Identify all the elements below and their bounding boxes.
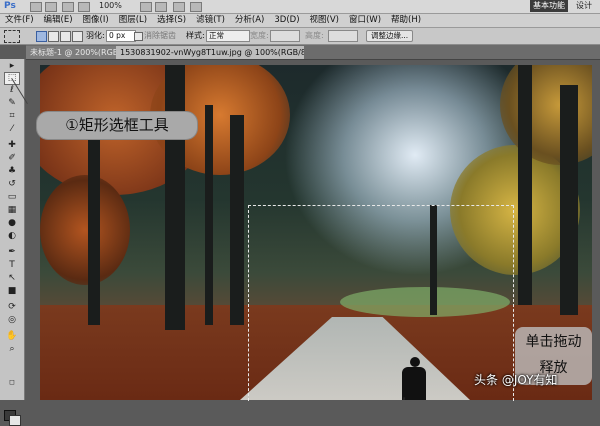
- menu-help[interactable]: 帮助(H): [386, 14, 426, 27]
- tool-preset-icon[interactable]: [4, 30, 20, 43]
- height-input[interactable]: [328, 30, 358, 42]
- rectangular-marquee-callout: ①矩形选框工具: [36, 111, 198, 140]
- zoom-level[interactable]: 100%: [99, 1, 139, 11]
- menu-edit[interactable]: 编辑(E): [39, 14, 78, 27]
- dodge-tool-icon[interactable]: ◐: [5, 231, 19, 242]
- tree-trunk: [88, 135, 100, 325]
- tab-label: 1530831902-vnWyg8T1uw.jpg @ 100%(RGB/8#): [120, 48, 304, 57]
- subtract-selection-mode-icon[interactable]: [60, 31, 71, 42]
- add-selection-mode-icon[interactable]: [48, 31, 59, 42]
- antialias-checkbox[interactable]: [134, 32, 143, 41]
- path-selection-tool-icon[interactable]: ↖: [5, 273, 19, 284]
- photoshop-logo: Ps: [4, 1, 16, 11]
- pen-tool-icon[interactable]: ✒: [5, 247, 19, 258]
- history-brush-tool-icon[interactable]: ↺: [5, 179, 19, 190]
- gradient-tool-icon[interactable]: ▦: [5, 205, 19, 216]
- callout-line-1: 单击拖动: [525, 334, 582, 350]
- menu-filter[interactable]: 滤镜(T): [191, 14, 230, 27]
- eraser-tool-icon[interactable]: ▭: [5, 192, 19, 203]
- options-bar: 羽化: 0 px 消除锯齿 样式: 正常 宽度: 高度: 调整边缘...: [0, 28, 600, 45]
- menu-layer[interactable]: 图层(L): [114, 14, 152, 27]
- workspace-essentials-button[interactable]: 基本功能: [530, 0, 568, 12]
- intersect-selection-mode-icon[interactable]: [72, 31, 83, 42]
- application-bar: Ps 100% 基本功能 设计: [0, 0, 600, 14]
- healing-brush-tool-icon[interactable]: ✚: [5, 140, 19, 151]
- autumn-foliage-lower-left: [40, 175, 130, 285]
- zoom-level-icon[interactable]: [78, 2, 90, 12]
- quick-selection-tool-icon[interactable]: ✎: [5, 98, 19, 109]
- 3d-orbit-tool-icon[interactable]: ◎: [5, 315, 19, 326]
- tab-untitled-1[interactable]: 未标题-1 @ 200%(RGB/8) *×: [26, 46, 122, 59]
- menu-image[interactable]: 图像(I): [78, 14, 114, 27]
- bridge-icon[interactable]: [30, 2, 42, 12]
- tab-photo-document[interactable]: 1530831902-vnWyg8T1uw.jpg @ 100%(RGB/8#)…: [116, 46, 304, 59]
- tree-trunk: [560, 85, 578, 315]
- blur-tool-icon[interactable]: ●: [5, 218, 19, 229]
- menu-view[interactable]: 视图(V): [305, 14, 344, 27]
- workspace-design-button[interactable]: 设计: [570, 0, 598, 12]
- tree-trunk: [518, 65, 532, 305]
- tree-trunk: [230, 115, 244, 325]
- eyedropper-tool-icon[interactable]: ⁄: [5, 124, 19, 135]
- screen-mode-icon[interactable]: [190, 2, 202, 12]
- quick-mask-icon[interactable]: ◻: [5, 377, 19, 388]
- brush-tool-icon[interactable]: ✐: [5, 153, 19, 164]
- view-extras-icon[interactable]: [62, 2, 74, 12]
- mini-bridge-icon[interactable]: [45, 2, 57, 12]
- crop-tool-icon[interactable]: ⌗: [5, 111, 19, 122]
- watermark: 头条 @JOY有知: [474, 373, 558, 387]
- arrange-documents-icon[interactable]: [173, 2, 185, 12]
- menu-analysis[interactable]: 分析(A): [230, 14, 269, 27]
- menu-select[interactable]: 选择(S): [152, 14, 191, 27]
- 3d-rotate-tool-icon[interactable]: ⟳: [5, 302, 19, 313]
- feather-input[interactable]: 0 px: [106, 30, 136, 42]
- move-tool-icon[interactable]: ▸: [5, 61, 19, 72]
- type-tool-icon[interactable]: T: [5, 260, 19, 271]
- menu-window[interactable]: 窗口(W): [344, 14, 386, 27]
- antialias-label: 消除锯齿: [144, 31, 176, 40]
- style-select[interactable]: 正常: [206, 30, 250, 42]
- background-color-swatch[interactable]: [9, 415, 21, 426]
- hand-tool-icon[interactable]: ✋: [5, 331, 19, 342]
- menu-bar: 文件(F) 编辑(E) 图像(I) 图层(L) 选择(S) 滤镜(T) 分析(A…: [0, 14, 600, 28]
- zoom-tool-icon[interactable]: ⌕: [5, 344, 19, 355]
- width-label: 宽度:: [250, 31, 269, 40]
- tools-panel: ▸ ⬚ ℓ ✎ ⌗ ⁄ ✚ ✐ ♣ ↺ ▭ ▦ ● ◐ ✒ T ↖ ■ ⟳ ◎ …: [0, 59, 25, 426]
- refine-edge-button[interactable]: 调整边缘...: [366, 30, 414, 42]
- document-tab-bar: 未标题-1 @ 200%(RGB/8) *× 1530831902-vnWyg8…: [26, 45, 600, 60]
- tree-trunk: [205, 105, 213, 325]
- hand-view-icon[interactable]: [140, 2, 152, 12]
- width-input[interactable]: [270, 30, 300, 42]
- shape-tool-icon[interactable]: ■: [5, 286, 19, 297]
- feather-label: 羽化:: [86, 31, 105, 40]
- style-label: 样式:: [186, 31, 205, 40]
- height-label: 高度:: [305, 31, 324, 40]
- tree-trunk: [165, 65, 185, 330]
- new-selection-mode-icon[interactable]: [36, 31, 47, 42]
- menu-file[interactable]: 文件(F): [0, 14, 39, 27]
- clone-stamp-tool-icon[interactable]: ♣: [5, 166, 19, 177]
- tab-label: 未标题-1 @ 200%(RGB/8) *: [30, 48, 122, 57]
- rotate-view-icon[interactable]: [155, 2, 167, 12]
- menu-3d[interactable]: 3D(D): [269, 14, 304, 27]
